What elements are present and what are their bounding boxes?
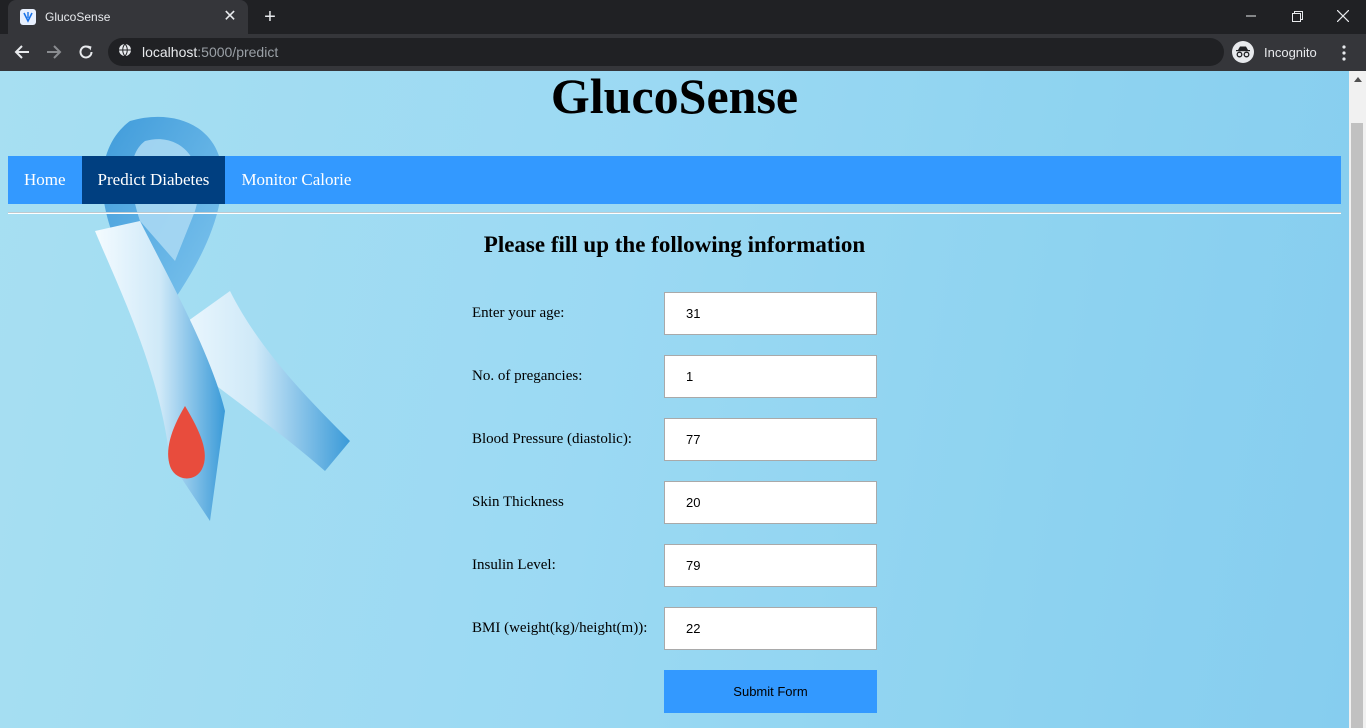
divider: [8, 212, 1341, 214]
vertical-scrollbar[interactable]: [1349, 71, 1366, 728]
form-heading: Please fill up the following information: [483, 232, 866, 257]
form-row-skin-thickness: Skin Thickness: [472, 481, 877, 524]
incognito-icon: [1232, 41, 1254, 63]
form-row-pregnancies: No. of pregancies:: [472, 355, 877, 398]
url-path: :5000/predict: [197, 44, 279, 60]
restore-icon[interactable]: [1274, 0, 1320, 32]
form-row-blood-pressure: Blood Pressure (diastolic):: [472, 418, 877, 461]
nav-monitor-calorie[interactable]: Monitor Calorie: [225, 156, 367, 204]
blood-pressure-input[interactable]: [664, 418, 877, 461]
nav-home[interactable]: Home: [8, 156, 82, 204]
nav-predict-diabetes[interactable]: Predict Diabetes: [81, 156, 226, 204]
close-window-icon[interactable]: [1320, 0, 1366, 32]
forward-arrow-icon[interactable]: [42, 40, 66, 64]
incognito-indicator[interactable]: Incognito: [1232, 40, 1317, 64]
browser-tab[interactable]: GlucoSense ✕: [8, 0, 248, 34]
incognito-label: Incognito: [1264, 44, 1317, 60]
kebab-menu-icon[interactable]: [1334, 41, 1354, 65]
insulin-input[interactable]: [664, 544, 877, 587]
address-bar[interactable]: localhost:5000/predict: [108, 38, 1224, 66]
page-viewport: GlucoSense Home Predict Diabetes Monitor…: [0, 71, 1349, 728]
glucosense-favicon-icon: [20, 9, 36, 25]
site-title: GlucoSense: [550, 71, 799, 124]
new-tab-icon[interactable]: +: [260, 6, 280, 28]
age-input[interactable]: [664, 292, 877, 335]
form-row-bmi: BMI (weight(kg)/height(m)):: [472, 607, 877, 650]
scrollbar-thumb[interactable]: [1351, 123, 1363, 728]
pregnancies-input[interactable]: [664, 355, 877, 398]
form-row-insulin: Insulin Level:: [472, 544, 877, 587]
submit-form-button[interactable]: Submit Form: [664, 670, 877, 713]
back-arrow-icon[interactable]: [10, 40, 34, 64]
bmi-input[interactable]: [664, 607, 877, 650]
tab-title: GlucoSense: [45, 10, 111, 24]
skin-thickness-label: Skin Thickness: [472, 494, 564, 510]
skin-thickness-input[interactable]: [664, 481, 877, 524]
url-host: localhost: [142, 44, 198, 60]
age-label: Enter your age:: [472, 305, 565, 321]
form-row-age: Enter your age:: [472, 292, 877, 335]
site-info-globe-icon[interactable]: [118, 43, 132, 62]
reload-icon[interactable]: [74, 40, 98, 64]
insulin-label: Insulin Level:: [472, 557, 556, 573]
browser-toolbar: localhost:5000/predict Incognito: [0, 34, 1366, 71]
blood-pressure-label: Blood Pressure (diastolic):: [472, 431, 632, 447]
pregnancies-label: No. of pregancies:: [472, 368, 583, 384]
browser-tabstrip: GlucoSense ✕ +: [0, 0, 1366, 34]
bmi-label: BMI (weight(kg)/height(m)):: [472, 620, 648, 636]
main-navbar: Home Predict Diabetes Monitor Calorie: [8, 156, 1341, 204]
close-tab-icon[interactable]: ✕: [222, 9, 238, 25]
minimize-icon[interactable]: [1228, 0, 1274, 32]
scroll-up-arrow-icon[interactable]: [1349, 71, 1366, 88]
